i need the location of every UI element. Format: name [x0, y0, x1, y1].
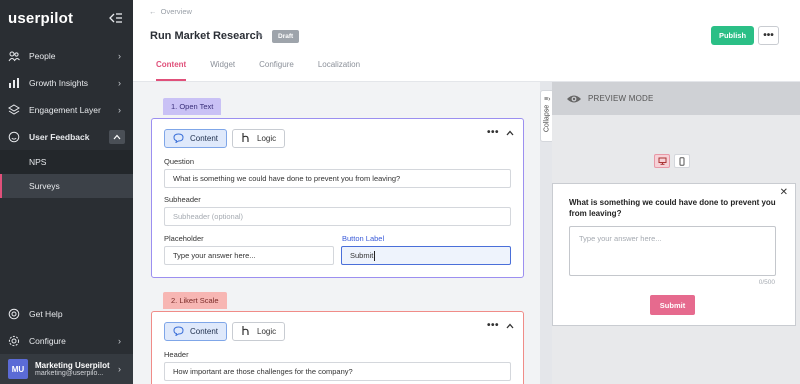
sidebar-item-configure[interactable]: Configure ›: [0, 327, 133, 354]
more-options-icon[interactable]: •••: [487, 127, 499, 138]
chevron-up-icon[interactable]: [506, 129, 514, 138]
step-card-likert-scale: Content Logic ••• Header How important a…: [151, 311, 524, 384]
pill-label: Content: [190, 327, 219, 336]
sidebar-item-label: Engagement Layer: [29, 104, 101, 115]
user-account[interactable]: MU Marketing Userpilot marketing@userpil…: [0, 354, 133, 384]
button-label-label: Button Label: [342, 234, 385, 243]
preview-answer-textarea[interactable]: Type your answer here...: [569, 226, 776, 276]
desktop-icon: [658, 157, 666, 165]
preview-submit-button[interactable]: Submit: [650, 295, 695, 315]
eye-icon: [567, 95, 581, 102]
user-name: Marketing Userpilot: [35, 361, 110, 370]
tab-localization[interactable]: Localization: [318, 60, 360, 81]
mobile-icon: [679, 156, 685, 166]
desktop-preview-button[interactable]: [654, 154, 670, 168]
chevron-right-icon: ›: [118, 336, 121, 346]
logo[interactable]: userpilot: [8, 10, 73, 27]
preview-question: What is something we could have done to …: [569, 198, 776, 218]
chat-bubble-icon: [173, 325, 184, 338]
publish-button[interactable]: Publish: [711, 26, 754, 45]
back-arrow-icon: ←: [149, 7, 161, 16]
sidebar-item-label: People: [29, 50, 56, 61]
tab-widget[interactable]: Widget: [210, 60, 235, 81]
logic-toggle-button[interactable]: Logic: [232, 322, 286, 341]
logo-row: userpilot: [0, 0, 133, 36]
text-cursor: [374, 250, 376, 261]
subheader-label: Subheader: [164, 195, 201, 204]
chart-icon: [8, 77, 20, 89]
tab-configure[interactable]: Configure: [259, 60, 294, 81]
people-icon: [8, 50, 20, 62]
mobile-preview-button[interactable]: [674, 154, 690, 168]
preview-header: PREVIEW MODE: [552, 82, 800, 115]
placeholder-label: Placeholder: [164, 234, 204, 243]
gear-icon: [8, 335, 20, 347]
sidebar-item-label: Configure: [29, 335, 66, 346]
sidebar-subitem-surveys[interactable]: Surveys: [0, 174, 133, 198]
logic-toggle-button[interactable]: Logic: [232, 129, 286, 148]
tab-bar: Content Widget Configure Localization: [156, 60, 384, 81]
breadcrumb[interactable]: ← Overview: [149, 7, 192, 16]
sidebar-item-people[interactable]: People ›: [0, 42, 133, 69]
question-label: Question: [164, 157, 195, 166]
content-toggle-button[interactable]: Content: [164, 322, 228, 341]
content-toggle-button[interactable]: Content: [164, 129, 228, 148]
sidebar-item-label: User Feedback: [29, 131, 90, 142]
sidebar-item-growth-insights[interactable]: Growth Insights ›: [0, 69, 133, 96]
page-title: Run Market Research: [150, 30, 263, 42]
more-options-icon[interactable]: •••: [487, 320, 499, 331]
help-icon: [8, 308, 20, 320]
collapse-sidebar-icon[interactable]: [109, 12, 123, 24]
logic-icon: [241, 132, 251, 145]
breadcrumb-overview[interactable]: Overview: [161, 7, 192, 16]
chevron-right-icon: ›: [118, 105, 121, 115]
avatar: MU: [8, 359, 28, 379]
header-label: Header: [164, 350, 189, 359]
chevron-right-icon: ›: [118, 78, 121, 88]
sidebar-item-label: Growth Insights: [29, 77, 89, 88]
layers-icon: [8, 103, 20, 116]
page-header: ← Overview Run Market Research ✎ Draft P…: [133, 0, 800, 82]
chevron-up-icon[interactable]: [506, 322, 514, 331]
pill-label: Logic: [257, 327, 277, 336]
sidebar-subitem-nps[interactable]: NPS: [0, 150, 133, 174]
step-label-open-text: 1. Open Text: [163, 98, 222, 115]
sidebar: userpilot People › Growth Insights › Eng…: [0, 0, 133, 384]
user-email: marketing@userpilo...: [35, 370, 104, 377]
preview-panel: PREVIEW MODE ✕ What is something we coul…: [552, 82, 800, 384]
pencil-icon[interactable]: ✎: [256, 30, 264, 41]
feedback-icon: [8, 131, 20, 143]
editor-panel: 1. Open Text Content Logic ••• Question …: [133, 82, 540, 384]
step-label-likert-scale: 2. Likert Scale: [163, 292, 227, 309]
button-label-value: Submit: [350, 251, 374, 260]
chat-bubble-icon: [173, 132, 184, 145]
collapse-label: Collapse: [543, 104, 551, 133]
placeholder-input[interactable]: Type your answer here...: [164, 246, 334, 265]
sidebar-item-label: Get Help: [29, 308, 63, 319]
status-badge: Draft: [272, 30, 300, 43]
chevron-right-icon: ›: [118, 51, 121, 61]
pill-label: Logic: [257, 134, 277, 143]
tab-content[interactable]: Content: [156, 60, 187, 81]
sidebar-item-get-help[interactable]: Get Help: [0, 300, 133, 327]
character-count: 0/500: [758, 279, 775, 286]
subheader-input[interactable]: Subheader (optional): [164, 207, 511, 226]
preview-title: PREVIEW MODE: [588, 94, 654, 103]
header-input[interactable]: How important are those challenges for t…: [164, 362, 511, 381]
logic-icon: [241, 325, 251, 338]
sidebar-item-user-feedback[interactable]: User Feedback: [0, 123, 133, 150]
button-label-input[interactable]: Submit: [341, 246, 511, 265]
question-input[interactable]: What is something we could have done to …: [164, 169, 511, 188]
chevron-right-icon: ›: [118, 364, 121, 374]
more-options-button[interactable]: •••: [758, 26, 779, 45]
sidebar-item-engagement-layer[interactable]: Engagement Layer ›: [0, 96, 133, 123]
survey-preview-modal: ✕ What is something we could have done t…: [552, 183, 796, 326]
pill-label: Content: [190, 134, 219, 143]
chevron-up-icon[interactable]: [109, 130, 125, 144]
step-card-open-text: Content Logic ••• Question What is somet…: [151, 118, 524, 278]
